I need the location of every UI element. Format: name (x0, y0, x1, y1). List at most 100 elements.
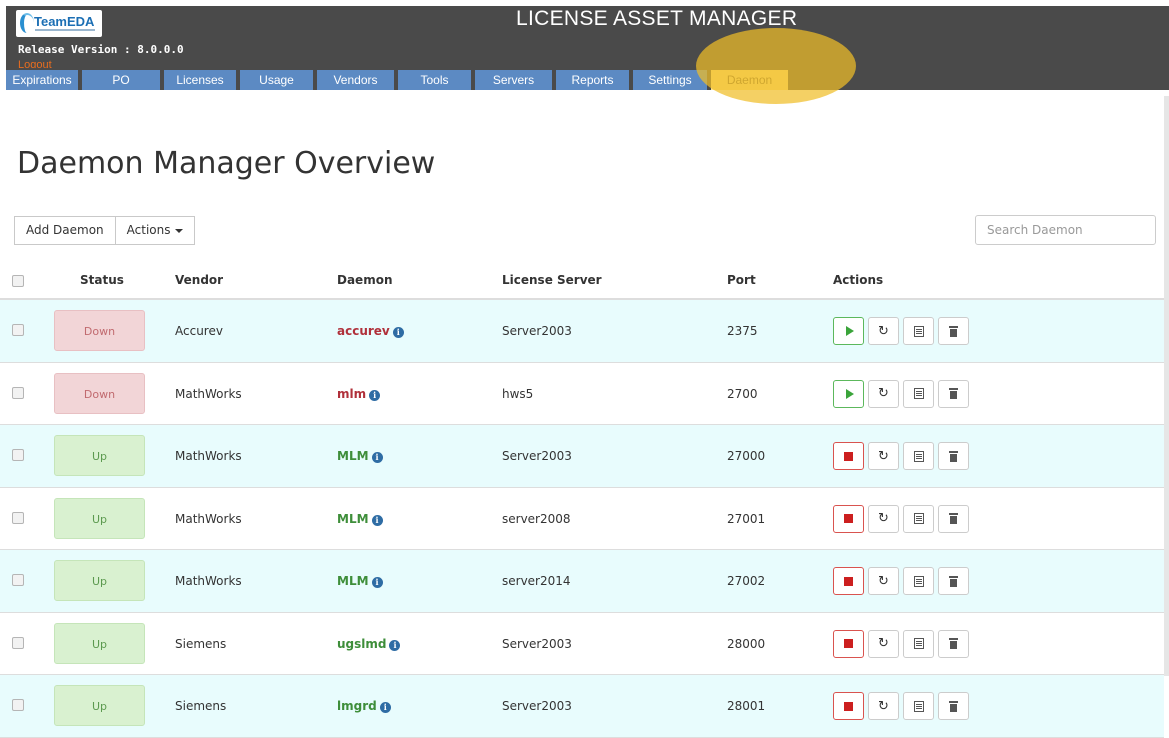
restart-button[interactable]: ↻ (868, 317, 899, 345)
port-cell: 28000 (727, 636, 766, 651)
vendor-cell: MathWorks (175, 511, 242, 526)
play-icon (845, 326, 854, 336)
log-button[interactable] (903, 504, 934, 533)
document-icon (913, 325, 924, 337)
status-badge: Up (54, 497, 145, 539)
restart-button[interactable]: ↻ (868, 567, 899, 595)
log-button[interactable] (903, 317, 934, 345)
log-button[interactable] (903, 379, 934, 408)
stop-button[interactable] (833, 442, 864, 470)
logo-tagline (35, 29, 95, 31)
table-row: Up Siemens lmgrd i Server2003 28001 ↻ (0, 675, 1164, 738)
document-icon (913, 700, 924, 712)
restart-button[interactable]: ↻ (868, 629, 899, 658)
stop-button[interactable] (833, 692, 864, 720)
tab-settings[interactable]: Settings (633, 70, 707, 90)
info-icon[interactable]: i (371, 577, 383, 588)
stop-icon (844, 451, 853, 461)
column-header-daemon[interactable]: Daemon (337, 273, 393, 287)
start-button[interactable] (833, 317, 864, 345)
row-checkbox[interactable] (12, 386, 24, 399)
log-button[interactable] (903, 692, 934, 720)
page-scrollbar[interactable] (1164, 96, 1169, 676)
row-checkbox[interactable] (12, 574, 24, 586)
daemon-cell: MLM i (337, 512, 383, 526)
info-icon[interactable]: i (379, 702, 391, 713)
trash-icon (949, 700, 958, 712)
document-icon (913, 388, 924, 399)
daemon-name-link[interactable]: mlm (337, 387, 366, 401)
delete-button[interactable] (938, 629, 969, 658)
info-icon[interactable]: i (392, 327, 404, 338)
vendor-cell: MathWorks (175, 449, 242, 463)
vendor-cell: MathWorks (175, 574, 242, 588)
delete-button[interactable] (938, 567, 969, 595)
select-all-checkbox[interactable] (12, 275, 24, 287)
stop-icon (844, 639, 853, 648)
daemon-name-link[interactable]: lmgrd (337, 699, 377, 713)
column-header-actions: Actions (833, 273, 884, 287)
delete-button[interactable] (938, 442, 969, 470)
restart-button[interactable]: ↻ (868, 692, 899, 720)
start-button[interactable] (833, 379, 864, 408)
search-daemon-input[interactable] (975, 215, 1156, 245)
delete-button[interactable] (938, 504, 969, 533)
column-header-vendor[interactable]: Vendor (175, 273, 223, 287)
tab-vendors[interactable]: Vendors (317, 70, 394, 90)
vendor-cell: Accurev (175, 324, 223, 338)
restart-button[interactable]: ↻ (868, 504, 899, 533)
port-cell: 28001 (727, 699, 766, 713)
tab-servers[interactable]: Servers (475, 70, 552, 90)
daemon-name-link[interactable]: MLM (337, 512, 369, 526)
daemon-name-link[interactable]: ugslmd (337, 637, 386, 651)
restart-button[interactable]: ↻ (868, 442, 899, 470)
trash-icon (949, 388, 958, 399)
log-button[interactable] (903, 442, 934, 470)
status-badge: Up (54, 435, 145, 476)
daemon-name-link[interactable]: accurev (337, 324, 390, 338)
info-icon[interactable]: i (371, 514, 383, 526)
daemon-name-link[interactable]: MLM (337, 449, 369, 463)
tab-po[interactable]: PO (82, 70, 160, 90)
refresh-icon: ↻ (878, 698, 889, 714)
vendor-cell: MathWorks (175, 386, 242, 401)
status-badge: Up (54, 685, 145, 726)
stop-icon (844, 514, 853, 523)
row-checkbox[interactable] (12, 449, 24, 461)
column-header-port[interactable]: Port (727, 273, 756, 287)
column-header-license-server[interactable]: License Server (502, 273, 602, 287)
row-checkbox[interactable] (12, 511, 24, 524)
tab-reports[interactable]: Reports (556, 70, 629, 90)
column-header-status[interactable]: Status (80, 273, 124, 287)
license-server-cell: Server2003 (502, 324, 572, 338)
refresh-icon: ↻ (878, 573, 889, 589)
info-icon[interactable]: i (389, 639, 401, 651)
row-checkbox[interactable] (12, 324, 24, 336)
daemon-cell: MLM i (337, 449, 383, 463)
refresh-icon: ↻ (878, 323, 889, 339)
log-button[interactable] (903, 629, 934, 658)
add-daemon-button[interactable]: Add Daemon (14, 216, 116, 245)
tab-expirations[interactable]: Expirations (6, 70, 78, 90)
info-icon[interactable]: i (371, 452, 383, 463)
daemon-name-link[interactable]: MLM (337, 574, 369, 588)
license-server-cell: Server2003 (502, 699, 572, 713)
actions-dropdown-button[interactable]: Actions (115, 216, 195, 245)
row-checkbox[interactable] (12, 699, 24, 711)
tab-licenses[interactable]: Licenses (164, 70, 236, 90)
stop-button[interactable] (833, 567, 864, 595)
info-icon[interactable]: i (369, 389, 381, 401)
tab-tools[interactable]: Tools (398, 70, 471, 90)
refresh-icon: ↻ (878, 448, 889, 464)
restart-button[interactable]: ↻ (868, 379, 899, 408)
row-actions: ↻ (833, 442, 969, 470)
delete-button[interactable] (938, 317, 969, 345)
delete-button[interactable] (938, 692, 969, 720)
stop-button[interactable] (833, 629, 864, 658)
log-button[interactable] (903, 567, 934, 595)
stop-button[interactable] (833, 504, 864, 533)
tab-daemon[interactable]: Daemon (711, 70, 788, 90)
delete-button[interactable] (938, 379, 969, 408)
row-checkbox[interactable] (12, 636, 24, 649)
tab-usage[interactable]: Usage (240, 70, 313, 90)
